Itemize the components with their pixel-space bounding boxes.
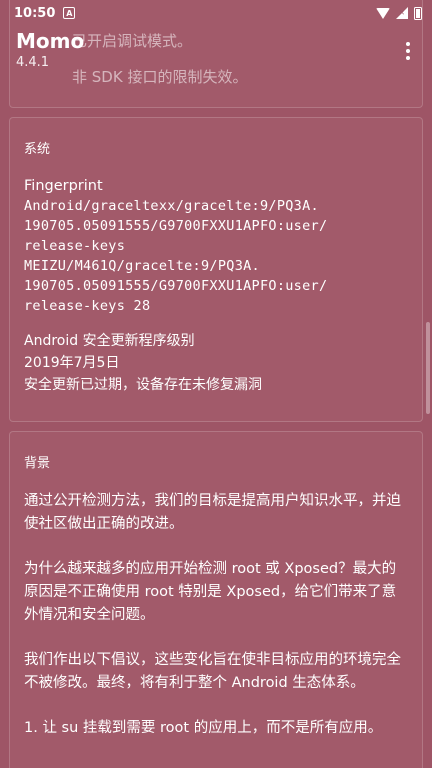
background-paragraph: 为什么越来越多的应用开始检测 root 或 Xposed？最大的原因是不正确使用… [24,561,397,623]
status-bar: 10:50 A ✕ [0,0,432,26]
security-patch-block: Android 安全更新程序级别 2019年7月5日 安全更新已过期，设备存在未… [24,330,408,396]
overflow-dot-icon [406,42,410,46]
app-bar: Momo 4.4.1 [0,26,432,80]
fingerprint-line: 190705.05091555/G9700FXXU1APFO:user/ [24,278,328,294]
overflow-menu-button[interactable] [396,38,420,64]
background-card-title: 背景 [24,456,51,471]
background-card: 背景 通过公开检测方法，我们的目标是提高用户知识水平，并迫使社区做出正确的改进。… [9,431,423,768]
fingerprint-label: Fingerprint [24,178,103,194]
screen: 10:50 A ✕ 已开启调试模式。 非 SDK 接口的限制失效。 Momo 4… [0,0,432,768]
battery-icon [414,6,422,20]
notification-icon: A [63,7,76,19]
fingerprint-line: release-keys 28 [24,298,151,314]
status-time: 10:50 [14,5,56,21]
security-patch-date: 2019年7月5日 [24,355,120,371]
fingerprint-line: Android/graceltexx/gracelte:9/PQ3A. [24,198,319,214]
background-paragraph: 通过公开检测方法，我们的目标是提高用户知识水平，并迫使社区做出正确的改进。 [24,493,401,532]
fingerprint-line: MEIZU/M461Q/gracelte:9/PQ3A. [24,258,260,274]
app-version: 4.4.1 [16,55,50,70]
fingerprint-line: 190705.05091555/G9700FXXU1APFO:user/ [24,218,328,234]
fingerprint-line: release-keys [24,238,126,254]
system-card-title: 系统 [24,142,51,157]
overflow-dot-icon [406,56,410,60]
scrollbar[interactable] [426,322,430,414]
notification-glyph: A [66,8,73,18]
overflow-dot-icon [406,49,410,53]
security-patch-status: 安全更新已过期，设备存在未修复漏洞 [24,377,262,393]
background-paragraph: 我们作出以下倡议，这些变化旨在使非目标应用的环境完全不被修改。最终，将有利于整个… [24,652,401,691]
app-title: Momo [16,29,85,53]
wifi-icon [376,7,390,19]
background-paragraph: 1. 让 su 挂载到需要 root 的应用上，而不是所有应用。 [24,720,383,736]
system-card: 系统 Fingerprint Android/graceltexx/gracel… [9,117,423,422]
security-patch-label: Android 安全更新程序级别 [24,333,195,349]
status-icons: ✕ [376,6,422,20]
cell-signal-icon: ✕ [396,7,408,19]
